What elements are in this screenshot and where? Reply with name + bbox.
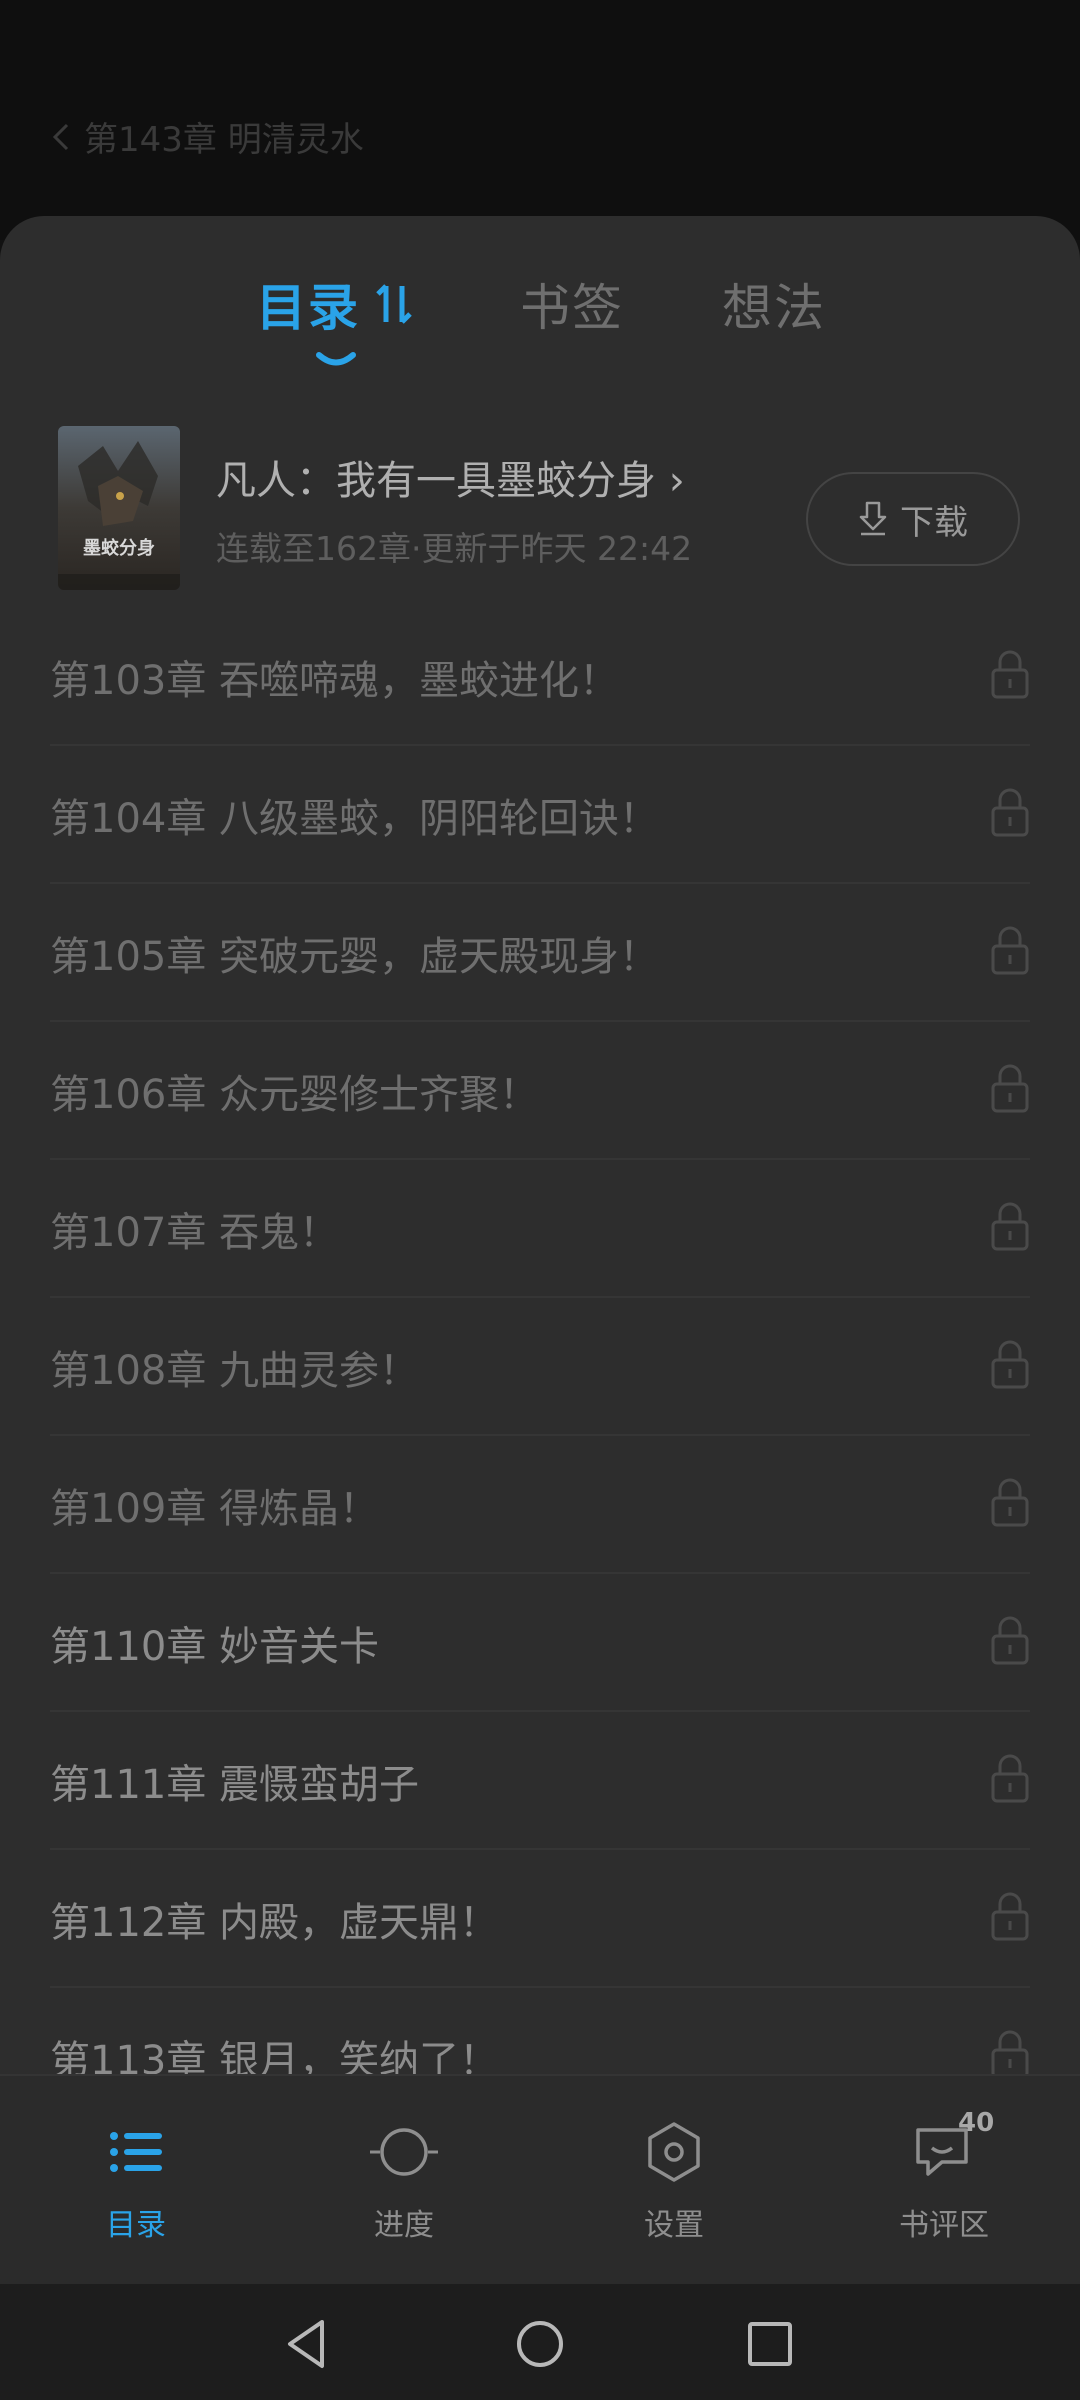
- menu-catalog-label: 目录: [106, 2208, 166, 2243]
- chapter-title: 第112章 内殿，虚天鼎！: [50, 1900, 500, 1946]
- sort-order-icon[interactable]: [376, 280, 412, 328]
- chapter-title: 第109章 得炼晶！: [50, 1486, 380, 1532]
- chapter-item[interactable]: 第108章 九曲灵参！: [50, 1298, 1030, 1436]
- chapter-title: 第111章 震慑蛮胡子: [50, 1762, 420, 1808]
- chapter-title: 第103章 吞噬啼魂，墨蛟进化！: [50, 658, 620, 704]
- home-icon[interactable]: [512, 2316, 568, 2372]
- chapter-title: 第110章 妙音关卡: [50, 1624, 380, 1670]
- reader-bottom-menu: 目录 进度 设置 40 书评区: [0, 2074, 1080, 2284]
- chapter-title: 第104章 八级墨蛟，阴阳轮回诀！: [50, 796, 660, 842]
- recent-apps-icon[interactable]: [742, 2316, 798, 2372]
- book-title[interactable]: 凡人：我有一具墨蛟分身 ›: [216, 448, 685, 506]
- back-icon[interactable]: [280, 2316, 336, 2372]
- book-cover-text: 墨蛟分身: [83, 537, 155, 559]
- book-info: 墨蛟分身 凡人：我有一具墨蛟分身 › 连载至162章·更新于昨天 22:42 下…: [0, 422, 1080, 592]
- lock-icon: [991, 1478, 1029, 1527]
- lock-icon: [991, 788, 1029, 837]
- menu-reviews-label: 书评区: [899, 2208, 989, 2243]
- lock-icon: [991, 2030, 1029, 2079]
- chapter-list: 第103章 吞噬啼魂，墨蛟进化！ 第104章 八级墨蛟，阴阳轮回诀！ 第105章…: [0, 608, 1080, 2126]
- download-icon: [859, 501, 887, 536]
- chapter-item[interactable]: 第107章 吞鬼！: [50, 1160, 1030, 1298]
- reviews-count-badge: 40: [958, 2108, 995, 2138]
- menu-catalog[interactable]: 目录: [46, 2116, 226, 2256]
- chevron-left-icon: [52, 123, 69, 150]
- tab-catalog[interactable]: 目录: [256, 268, 360, 340]
- book-cover[interactable]: 墨蛟分身: [58, 426, 180, 590]
- download-label: 下载: [900, 502, 968, 543]
- lock-icon: [991, 650, 1029, 699]
- chapter-title: 第107章 吞鬼！: [50, 1210, 340, 1256]
- tab-ideas[interactable]: 想法: [722, 268, 826, 340]
- lock-icon: [991, 1892, 1029, 1941]
- reader-chapter-header: 第143章 明清灵水: [52, 112, 364, 161]
- menu-progress-label: 进度: [374, 2208, 434, 2243]
- chapter-item[interactable]: 第104章 八级墨蛟，阴阳轮回诀！: [50, 746, 1030, 884]
- download-button[interactable]: 下载: [806, 472, 1020, 566]
- progress-icon: [370, 2128, 438, 2176]
- chapter-title: 第108章 九曲灵参！: [50, 1348, 420, 1394]
- lock-icon: [991, 926, 1029, 975]
- menu-reviews[interactable]: 40 书评区: [854, 2108, 1034, 2256]
- chapter-item[interactable]: 第110章 妙音关卡: [50, 1574, 1030, 1712]
- lock-icon: [991, 1616, 1029, 1665]
- chapter-item[interactable]: 第111章 震慑蛮胡子: [50, 1712, 1030, 1850]
- chapter-item[interactable]: 第103章 吞噬啼魂，墨蛟进化！: [50, 608, 1030, 746]
- chapter-title: 第106章 众元婴修士齐聚！: [50, 1072, 540, 1118]
- book-update-info: 连载至162章·更新于昨天 22:42: [216, 529, 693, 568]
- tab-bookmarks[interactable]: 书签: [520, 268, 624, 340]
- lock-icon: [991, 1202, 1029, 1251]
- system-navigation-bar: [0, 2284, 1080, 2400]
- tab-active-indicator: [316, 352, 356, 366]
- menu-settings[interactable]: 设置: [584, 2116, 764, 2256]
- chapter-item[interactable]: 第112章 内殿，虚天鼎！: [50, 1850, 1030, 1988]
- reader-chapter-title: 第143章 明清灵水: [84, 120, 364, 160]
- chapter-item[interactable]: 第106章 众元婴修士齐聚！: [50, 1022, 1030, 1160]
- menu-progress[interactable]: 进度: [314, 2116, 494, 2256]
- chapter-item[interactable]: 第109章 得炼晶！: [50, 1436, 1030, 1574]
- settings-icon: [648, 2122, 700, 2182]
- chapter-item[interactable]: 第105章 突破元婴，虚天殿现身！: [50, 884, 1030, 1022]
- chapter-title: 第105章 突破元婴，虚天殿现身！: [50, 934, 660, 980]
- tab-bar: 目录 书签 想法: [0, 268, 1080, 378]
- menu-settings-label: 设置: [644, 2208, 704, 2243]
- lock-icon: [991, 1340, 1029, 1389]
- lock-icon: [991, 1754, 1029, 1803]
- list-icon: [110, 2132, 162, 2172]
- catalog-sheet: 目录 书签 想法 墨蛟分身 凡人：我有一具墨蛟分身 › 连载至162章·更新于昨…: [0, 216, 1080, 2284]
- lock-icon: [991, 1064, 1029, 1113]
